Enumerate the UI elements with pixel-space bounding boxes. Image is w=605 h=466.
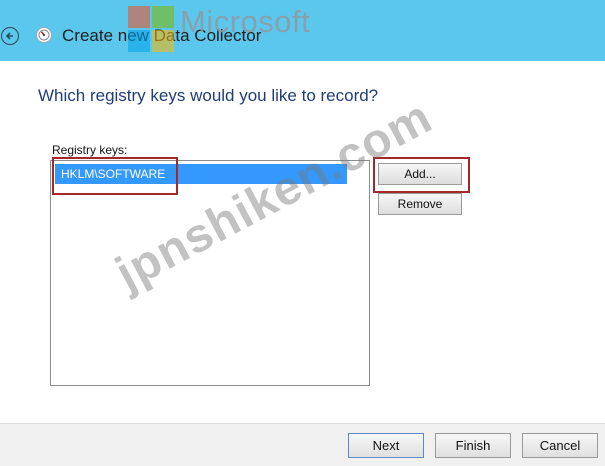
highlight-box-add (373, 157, 470, 193)
microsoft-watermark: Microsoft (180, 4, 311, 39)
back-arrow-icon (5, 32, 13, 40)
data-collector-icon (36, 27, 52, 43)
cancel-button[interactable]: Cancel (522, 433, 598, 458)
registry-keys-label: Registry keys: (52, 143, 128, 157)
remove-button[interactable]: Remove (378, 193, 462, 215)
microsoft-logo-icon (128, 6, 176, 54)
finish-button[interactable]: Finish (435, 433, 511, 458)
highlight-box-registry-key (52, 157, 178, 195)
next-button[interactable]: Next (348, 433, 424, 458)
page-heading: Which registry keys would you like to re… (38, 86, 379, 105)
footer-bar (0, 423, 605, 466)
back-button[interactable] (1, 27, 19, 45)
